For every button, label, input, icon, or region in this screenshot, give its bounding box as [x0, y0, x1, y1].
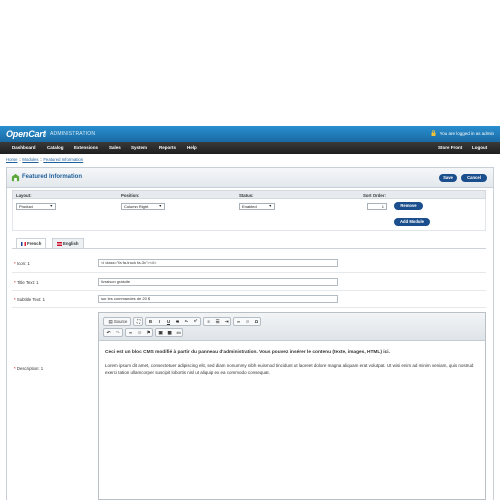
main-menu: Dashboard Catalog Extensions Sales Syste…	[0, 142, 500, 154]
menu-store-front[interactable]: Store Front	[438, 145, 462, 150]
status-select-value: Enabled	[242, 204, 257, 209]
column-sort-order: Sort Order:	[363, 193, 386, 198]
menu-catalog[interactable]: Catalog	[47, 145, 64, 150]
subtitle-text-label: * Subtitle Text: 1	[14, 297, 45, 302]
icon-input[interactable]: <i class="fa fa-truck fa-3x"></i>	[98, 259, 338, 267]
chevron-down-icon: ▼	[268, 204, 272, 208]
tab-french-label: French	[27, 241, 42, 246]
module-table-header: Layout: Position: Status: Sort Order:	[12, 190, 486, 199]
column-status: Status:	[239, 193, 254, 198]
subscript-icon[interactable]: x₂	[182, 318, 191, 325]
tab-english-label: English	[63, 241, 79, 246]
position-select[interactable]: Column Right ▼	[121, 203, 165, 210]
save-button[interactable]: Save	[439, 174, 457, 182]
indent-icon[interactable]: ⇥	[222, 318, 231, 325]
editor-toolbar: ▤ Source ⛶ B I U S x₂ x² ≡ ☰ ⇥ ∞ ⊘ Ω ↶ ↷	[99, 313, 485, 341]
position-select-value: Column Right	[124, 204, 149, 209]
column-position: Position:	[121, 193, 140, 198]
editor-heading: Ceci est un bloc CMS modifié à partir du…	[105, 350, 390, 355]
chevron-down-icon: ▼	[49, 204, 53, 208]
editor-paragraph: Lorem ipsum dit amet, consectetuer adipi…	[105, 363, 474, 375]
toolbar-group-lists: ≡ ☰ ⇥	[203, 317, 231, 326]
toolbar-group-source: ▤ Source	[103, 317, 131, 326]
menu-reports[interactable]: Reports	[159, 145, 176, 150]
superscript-icon[interactable]: x²	[191, 318, 200, 325]
tab-english[interactable]: English	[52, 238, 84, 248]
maximize-icon[interactable]: ⛶	[134, 318, 143, 325]
uk-flag-icon	[57, 242, 62, 246]
toolbar-group-format: B I U S x₂ x²	[145, 317, 201, 326]
breadcrumb-separator: ::	[18, 157, 22, 162]
lock-icon	[431, 130, 436, 136]
toolbar-group-insert: ▣ ▦ ▭	[155, 328, 183, 337]
logo-separator: |	[45, 131, 47, 137]
special-char-icon[interactable]: Ω	[252, 318, 261, 325]
underline-icon[interactable]: U	[164, 318, 173, 325]
row-divider	[12, 272, 486, 273]
horizontal-rule-icon[interactable]: ▭	[174, 329, 183, 336]
toolbar-group-anchor: ∞ ⊘ ⚑	[125, 328, 153, 337]
sort-order-input[interactable]: 1	[367, 203, 387, 210]
subtitle-text-input[interactable]: sur les commandes de 20 $	[98, 295, 338, 303]
menu-dashboard[interactable]: Dashboard	[12, 145, 36, 150]
numbered-list-icon[interactable]: ≡	[204, 318, 213, 325]
anchor-flag-icon[interactable]: ⚑	[144, 329, 153, 336]
breadcrumb-separator: ::	[39, 157, 43, 162]
breadcrumb-modules[interactable]: Modules	[22, 157, 38, 162]
link-icon[interactable]: ∞	[126, 329, 135, 336]
image-icon[interactable]: ▣	[156, 329, 165, 336]
menu-extensions[interactable]: Extensions	[74, 145, 98, 150]
toolbar-group-history: ↶ ↷	[103, 328, 123, 337]
chevron-down-icon: ▼	[158, 204, 162, 208]
menu-logout[interactable]: Logout	[472, 145, 487, 150]
description-editor[interactable]: ▤ Source ⛶ B I U S x₂ x² ≡ ☰ ⇥ ∞ ⊘ Ω ↶ ↷	[98, 312, 486, 500]
status-select[interactable]: Enabled ▼	[239, 203, 275, 210]
icon-label: * Icon: 1	[14, 261, 30, 266]
remove-button[interactable]: Remove	[394, 202, 423, 210]
source-button[interactable]: ▤ Source	[105, 318, 131, 325]
panel-title: Featured Information	[22, 174, 83, 180]
layout-select[interactable]: Product ▼	[16, 203, 56, 210]
layout-select-value: Product	[19, 204, 33, 209]
admin-label: ADMINISTRATION	[50, 131, 96, 137]
logged-in-status: You are logged in as admin	[439, 131, 494, 136]
top-header: OpenCart | ADMINISTRATION You are logged…	[0, 126, 500, 142]
editor-content[interactable]: Ceci est un bloc CMS modifié à partir du…	[105, 349, 481, 382]
tab-divider	[12, 248, 486, 249]
source-icon: ▤	[108, 319, 113, 324]
toolbar-group-links: ∞ ⊘ Ω	[233, 317, 261, 326]
title-text-label: * Title Text: 1	[14, 280, 39, 285]
undo-icon[interactable]: ↶	[104, 329, 113, 336]
breadcrumb: Home :: Modules :: Featured Information	[6, 157, 83, 162]
title-text-input[interactable]: livraison gratuite	[98, 278, 338, 286]
redo-icon[interactable]: ↷	[113, 329, 122, 336]
breadcrumb-featured-information[interactable]: Featured Information	[43, 157, 83, 162]
panel-header: Featured Information Save Cancel	[7, 168, 493, 188]
breadcrumb-home[interactable]: Home	[6, 157, 17, 162]
unlink-icon[interactable]: ⊘	[243, 318, 252, 325]
bold-icon[interactable]: B	[146, 318, 155, 325]
unlink-icon[interactable]: ⊘	[135, 329, 144, 336]
column-layout: Layout:	[16, 193, 32, 198]
cancel-button[interactable]: Cancel	[461, 174, 487, 182]
toolbar-group-maximize: ⛶	[133, 317, 143, 326]
france-flag-icon	[21, 242, 26, 246]
add-module-button[interactable]: Add Module	[394, 218, 430, 226]
row-divider	[12, 307, 486, 308]
link-icon[interactable]: ∞	[234, 318, 243, 325]
row-divider	[12, 290, 486, 291]
menu-help[interactable]: Help	[187, 145, 197, 150]
strikethrough-icon[interactable]: S	[173, 318, 182, 325]
menu-sales[interactable]: Sales	[109, 145, 121, 150]
bulleted-list-icon[interactable]: ☰	[213, 318, 222, 325]
module-row: Product ▼ Column Right ▼ Enabled ▼ 1 Rem…	[12, 199, 486, 231]
module-icon	[11, 173, 20, 182]
tab-french[interactable]: French	[16, 238, 47, 248]
description-label: * Description: 1	[14, 366, 44, 371]
menu-system[interactable]: System	[131, 145, 147, 150]
table-icon[interactable]: ▦	[165, 329, 174, 336]
italic-icon[interactable]: I	[155, 318, 164, 325]
opencart-logo[interactable]: OpenCart	[6, 129, 46, 139]
